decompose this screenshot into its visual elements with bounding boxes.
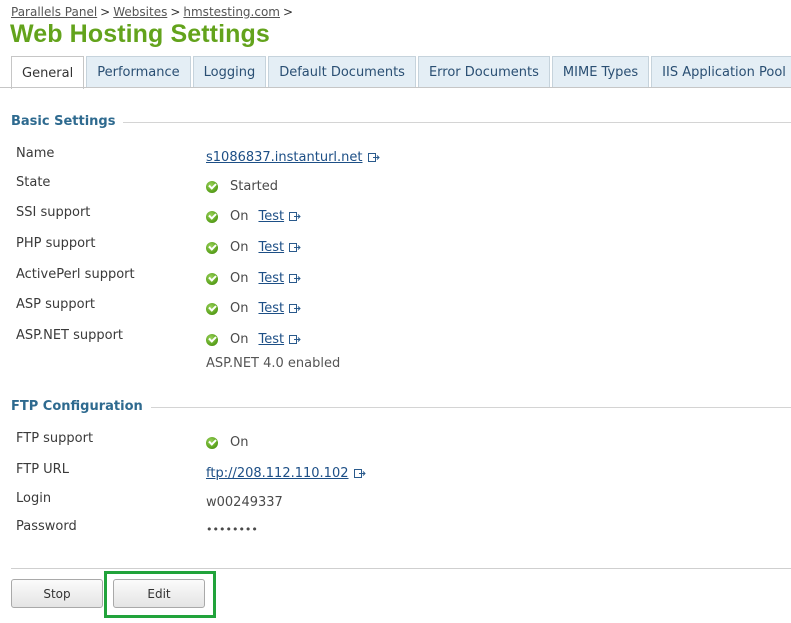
php-test-link[interactable]: Test xyxy=(258,240,284,255)
external-link-icon[interactable] xyxy=(289,304,302,313)
tab-logging[interactable]: Logging xyxy=(192,56,267,88)
setting-label: FTP URL xyxy=(16,462,69,477)
breadcrumb-link-websites[interactable]: Websites xyxy=(113,5,167,19)
tab-performance[interactable]: Performance xyxy=(86,56,191,88)
tabs-divider xyxy=(0,87,791,88)
setting-label: State xyxy=(16,175,51,190)
setting-label: SSI support xyxy=(16,205,91,220)
ssi-test-link[interactable]: Test xyxy=(258,209,284,224)
buttons-divider xyxy=(11,568,791,569)
activeperl-test-link[interactable]: Test xyxy=(258,271,284,286)
aspnet-test-link[interactable]: Test xyxy=(258,332,284,347)
setting-value: On xyxy=(206,435,248,450)
stop-button[interactable]: Stop xyxy=(11,579,103,608)
breadcrumb: Parallels Panel > Websites > hmstesting.com > xyxy=(11,5,296,19)
section-title-basic-settings: Basic Settings xyxy=(11,114,124,130)
asp-test-link[interactable]: Test xyxy=(258,301,284,316)
site-name-link[interactable]: s1086837.instanturl.net xyxy=(206,150,363,165)
setting-value: On Test xyxy=(206,240,302,255)
external-link-icon[interactable] xyxy=(353,469,367,478)
password-value: •••••••• xyxy=(206,523,258,536)
login-value: w00249337 xyxy=(206,495,283,510)
external-link-icon[interactable] xyxy=(289,335,302,344)
external-link-icon[interactable] xyxy=(367,153,381,162)
green-check-icon xyxy=(206,180,218,193)
breadcrumb-link-domain[interactable]: hmstesting.com xyxy=(183,5,280,19)
setting-value: Started xyxy=(206,179,278,194)
setting-label: Name xyxy=(16,146,55,161)
green-check-icon xyxy=(206,436,218,449)
status-text: On xyxy=(230,240,249,255)
setting-label: Password xyxy=(16,519,77,534)
page-title: Web Hosting Settings xyxy=(10,20,270,48)
setting-value: On Test xyxy=(206,332,302,347)
tab-default-documents[interactable]: Default Documents xyxy=(268,56,416,88)
status-text: On xyxy=(230,301,249,316)
edit-button[interactable]: Edit xyxy=(113,579,205,608)
status-text: On xyxy=(230,435,249,450)
status-text: On xyxy=(230,332,249,347)
tab-iis-application-pool[interactable]: IIS Application Pool xyxy=(651,56,791,88)
green-check-icon xyxy=(206,302,218,315)
external-link-icon[interactable] xyxy=(289,212,302,221)
status-text: On xyxy=(230,209,249,224)
breadcrumb-separator: > xyxy=(282,5,294,19)
status-text: On xyxy=(230,271,249,286)
setting-label: ASP.NET support xyxy=(16,328,124,343)
setting-label: Login xyxy=(16,491,52,506)
setting-value: On Test xyxy=(206,271,302,286)
tab-bar: General Performance Logging Default Docu… xyxy=(11,56,791,89)
setting-label: PHP support xyxy=(16,236,96,251)
status-text: Started xyxy=(230,179,279,194)
setting-label: FTP support xyxy=(16,431,94,446)
setting-value: s1086837.instanturl.net xyxy=(206,150,381,165)
breadcrumb-separator: > xyxy=(100,5,111,19)
external-link-icon[interactable] xyxy=(289,274,302,283)
green-check-icon xyxy=(206,333,218,346)
breadcrumb-link-parallels-panel[interactable]: Parallels Panel xyxy=(11,5,97,19)
section-title-ftp-configuration: FTP Configuration xyxy=(11,399,151,415)
setting-value: On Test xyxy=(206,209,302,224)
external-link-icon[interactable] xyxy=(289,243,302,252)
tab-general[interactable]: General xyxy=(11,56,85,89)
breadcrumb-separator: > xyxy=(170,5,181,19)
section-divider xyxy=(11,122,791,123)
aspnet-version-note: ASP.NET 4.0 enabled xyxy=(206,356,341,371)
tab-mime-types[interactable]: MIME Types xyxy=(551,56,650,88)
setting-label: ActivePerl support xyxy=(16,267,135,282)
green-check-icon xyxy=(206,272,218,285)
ftp-url-link[interactable]: ftp://208.112.110.102 xyxy=(206,466,349,481)
setting-label: ASP support xyxy=(16,297,96,312)
setting-value: On Test xyxy=(206,301,302,316)
tab-error-documents[interactable]: Error Documents xyxy=(417,56,550,88)
green-check-icon xyxy=(206,210,218,223)
green-check-icon xyxy=(206,241,218,254)
setting-value: ftp://208.112.110.102 xyxy=(206,466,367,481)
